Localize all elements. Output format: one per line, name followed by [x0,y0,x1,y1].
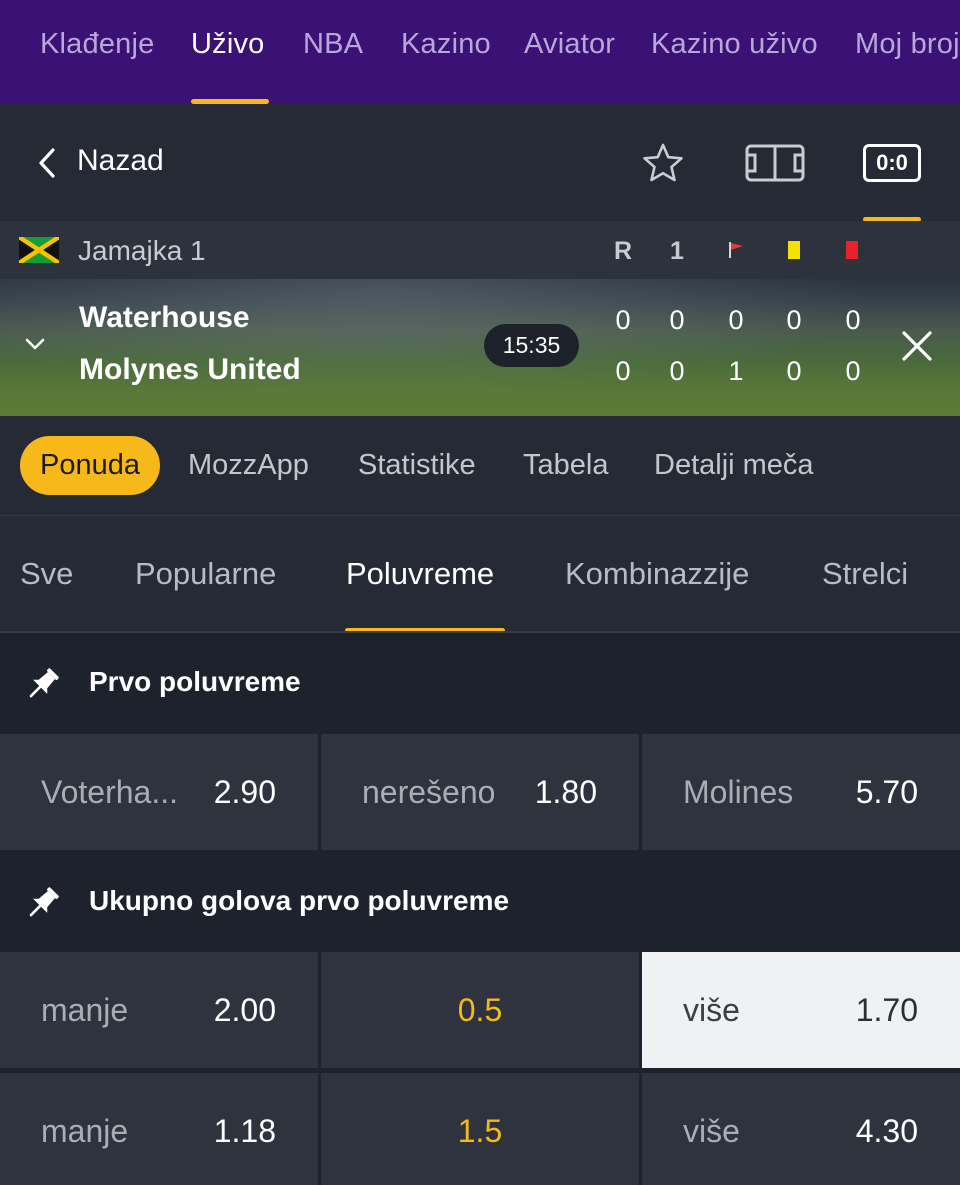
odds-value: 1.70 [855,992,918,1028]
away-score: 0 [615,356,631,386]
match-header: Nazad 0:0 [0,104,960,222]
nav-item-kazino[interactable]: Kazino [401,28,491,61]
match-timer: 15:35 [484,324,579,367]
tab-tabela[interactable]: Tabela [523,436,608,495]
collapse-chevron-icon[interactable] [24,337,46,351]
goal-line: 1.5 [321,1073,639,1185]
odds-value: 2.00 [213,992,276,1028]
corner-flag-icon [729,242,743,258]
away-red-cards: 0 [845,356,861,386]
goal-line-value: 0.5 [457,992,503,1028]
pin-icon[interactable] [24,884,62,922]
market-tab-poluvreme[interactable]: Poluvreme [346,556,494,592]
home-yellow-cards: 0 [786,305,802,335]
odds-label: Voterha... [41,774,178,810]
away-first-half: 0 [669,356,685,386]
home-score: 0 [615,305,631,335]
home-first-half: 0 [669,305,685,335]
market-section-header[interactable]: Prvo poluvreme [0,633,960,733]
odds-label: više [683,992,740,1028]
goal-line-value: 1.5 [457,1113,503,1149]
red-card-icon [846,241,858,259]
odds-button-over-selected[interactable]: više 1.70 [642,952,960,1068]
odds-button-draw[interactable]: nerešeno 1.80 [321,734,639,850]
odds-button-under[interactable]: manje 1.18 [0,1073,318,1185]
odds-button-over[interactable]: više 4.30 [642,1073,960,1185]
nav-item-aviator[interactable]: Aviator [524,28,615,61]
tab-statistike[interactable]: Statistike [358,436,476,495]
tab-mozzapp[interactable]: MozzApp [188,436,309,495]
nav-item-kladjenje[interactable]: Klađenje [40,28,154,61]
favorite-star-icon[interactable] [642,142,684,184]
odds-button-home[interactable]: Voterha... 2.90 [0,734,318,850]
odds-value: 4.30 [855,1113,918,1149]
market-title: Prvo poluvreme [89,666,301,697]
back-button[interactable]: Nazad [77,144,164,178]
odds-label: više [683,1113,740,1149]
market-tab-sve[interactable]: Sve [20,556,73,592]
yellow-card-icon [788,241,800,259]
nav-item-moj-broj[interactable]: Moj broj [855,28,960,61]
odds-label: manje [41,992,129,1028]
market-tabs: Sve Popularne Poluvreme Kombinazzije Str… [0,516,960,633]
goal-line: 0.5 [321,952,639,1068]
odds-label: Molines [683,774,794,810]
back-chevron-icon[interactable] [38,147,56,179]
market-title: Ukupno golova prvo poluvreme [89,885,510,916]
top-navigation: Klađenje Uživo NBA Kazino Aviator Kazino… [0,0,960,104]
market-tab-strelci[interactable]: Strelci [822,556,908,592]
odds-value: 2.90 [213,774,276,810]
close-icon[interactable] [901,330,933,362]
home-red-cards: 0 [845,305,861,335]
market-tab-kombinazzije[interactable]: Kombinazzije [565,556,749,592]
odds-value: 1.80 [534,774,597,810]
market-tab-popularne[interactable]: Popularne [135,556,276,592]
jamaica-flag-icon [19,237,59,263]
odds-button-away[interactable]: Molines 5.70 [642,734,960,850]
tab-detalji-meca[interactable]: Detalji meča [654,436,814,495]
match-card: Jamajka 1 R 1 Waterhouse Molynes United … [0,221,960,416]
away-yellow-cards: 0 [786,356,802,386]
away-corners: 1 [728,356,744,386]
odds-button-under[interactable]: manje 2.00 [0,952,318,1068]
odds-value: 5.70 [855,774,918,810]
home-corners: 0 [728,305,744,335]
tab-ponuda[interactable]: Ponuda [20,436,160,495]
away-team-name: Molynes United [79,353,301,386]
column-result-header: R [613,237,633,265]
match-subtabs: Ponuda MozzApp Statistike Tabela Detalji… [0,416,960,516]
column-first-half-header: 1 [670,237,684,265]
league-name: Jamajka 1 [78,235,206,266]
odds-label: nerešeno [362,774,496,810]
scoreboard-button[interactable]: 0:0 [863,144,921,182]
odds-value: 1.18 [213,1113,276,1149]
odds-label: manje [41,1113,129,1149]
home-team-name: Waterhouse [79,301,250,334]
field-view-icon[interactable] [745,144,805,182]
nav-item-kazino-uzivo[interactable]: Kazino uživo [651,28,818,61]
pin-icon[interactable] [24,665,62,703]
nav-item-nba[interactable]: NBA [303,28,363,61]
nav-item-uzivo[interactable]: Uživo [191,28,265,61]
market-section-header[interactable]: Ukupno golova prvo poluvreme [0,852,960,952]
